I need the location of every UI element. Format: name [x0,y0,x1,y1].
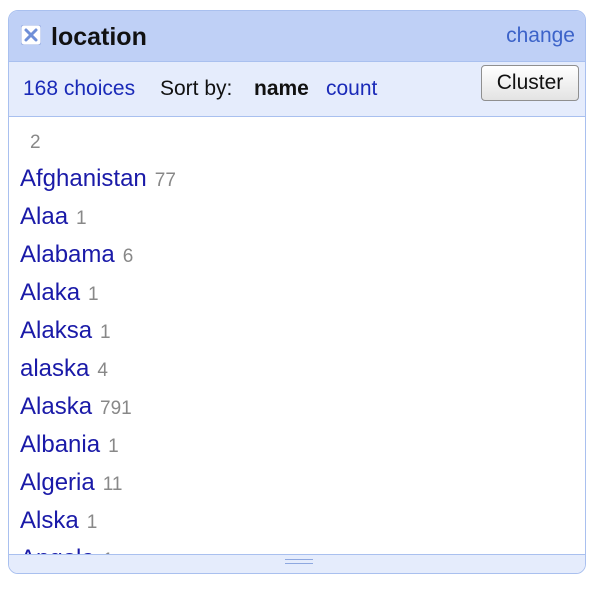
choice-count: 77 [154,170,176,191]
facet-choice[interactable]: Algeria 11 [20,468,122,498]
choice-count: 1 [76,208,87,229]
choice-label[interactable]: Alska [20,507,79,534]
facet-choice[interactable]: Alaksa 1 [20,316,111,346]
choice-count: 2 [30,132,41,153]
sort-by-name-option[interactable]: name [254,76,309,102]
remove-facet-button[interactable] [21,25,41,45]
choice-label[interactable]: Alaa [20,203,68,230]
change-link[interactable]: change [506,23,575,49]
choice-count: 1 [88,284,99,305]
choice-label[interactable]: alaska [20,355,89,382]
choice-label[interactable]: Alaksa [20,317,92,344]
facet-choice[interactable]: 2 [20,126,41,156]
choice-label[interactable]: Alaka [20,279,80,306]
choice-count: 6 [122,246,134,267]
facet-choice[interactable]: Alaska 791 [20,392,132,422]
facet-choice[interactable]: Albania 1 [20,430,119,460]
choice-count: 1 [108,436,119,457]
facet-choice[interactable]: Afghanistan 77 [20,164,176,194]
facet-choice[interactable]: Alska 1 [20,506,97,536]
choice-count: 11 [102,474,123,495]
choice-label[interactable]: Alabama [20,241,115,268]
facet-controls: 168 choices Sort by: name count Cluster [9,62,585,117]
choice-label[interactable]: Afghanistan [20,165,147,192]
sort-by-count-option[interactable]: count [326,76,377,102]
choice-label[interactable]: Alaska [20,393,92,420]
facet-choice[interactable]: Alaka 1 [20,278,99,308]
facet-header: location change [9,11,585,62]
close-icon [21,25,41,45]
choice-list[interactable]: 2 Afghanistan 77 Alaa 1 Alabama 6 Alaka 1 Alaksa 1… [9,117,585,555]
facet-choice[interactable]: Alabama 6 [20,240,133,270]
choice-count: 1 [86,512,98,533]
sort-by-label: Sort by: [160,77,233,100]
choices-count-link[interactable]: 168 choices [23,76,135,102]
facet-choice[interactable]: alaska 4 [20,354,108,384]
cluster-button[interactable]: Cluster [481,65,579,101]
grip-icon [285,559,313,565]
facet-title: location [51,23,147,51]
resize-handle[interactable] [9,554,585,573]
facet-choice[interactable]: Alaa 1 [20,202,87,232]
choice-count: 1 [100,322,111,343]
choice-count: 4 [97,360,108,381]
choice-count: 791 [100,398,132,419]
facet-panel: location change 168 choices Sort by: nam… [8,10,586,574]
choice-label[interactable]: Albania [20,431,100,458]
choice-label[interactable]: Algeria [20,469,95,496]
